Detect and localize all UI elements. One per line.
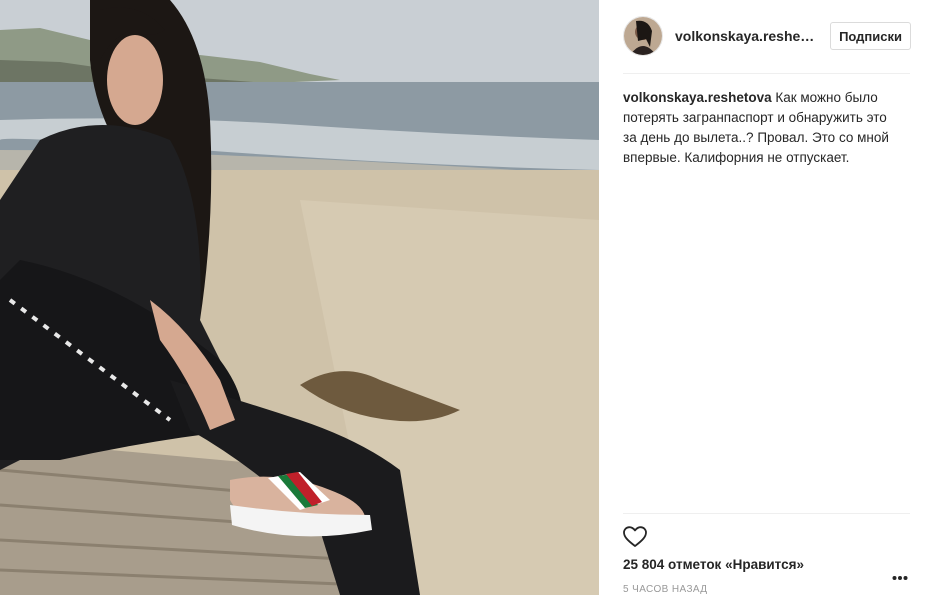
avatar[interactable] [623,16,663,56]
heart-icon[interactable] [623,526,647,548]
follow-button[interactable]: Подписки [830,22,911,50]
post-panel: volkonskaya.reshet... Подписки volkonska… [599,0,927,595]
header-divider [623,73,910,74]
post-timestamp[interactable]: 5 часов назад [623,584,707,595]
actions-divider [623,513,910,514]
post-caption: volkonskaya.reshetova Как можно было пот… [623,88,891,168]
more-options-icon[interactable] [892,568,908,580]
post-header: volkonskaya.reshet... Подписки [623,14,911,58]
likes-count[interactable]: 25 804 отметок «Нравится» [623,557,804,572]
caption-author[interactable]: volkonskaya.reshetova [623,90,772,105]
post-photo[interactable] [0,0,599,595]
author-username[interactable]: volkonskaya.reshet... [675,28,815,44]
